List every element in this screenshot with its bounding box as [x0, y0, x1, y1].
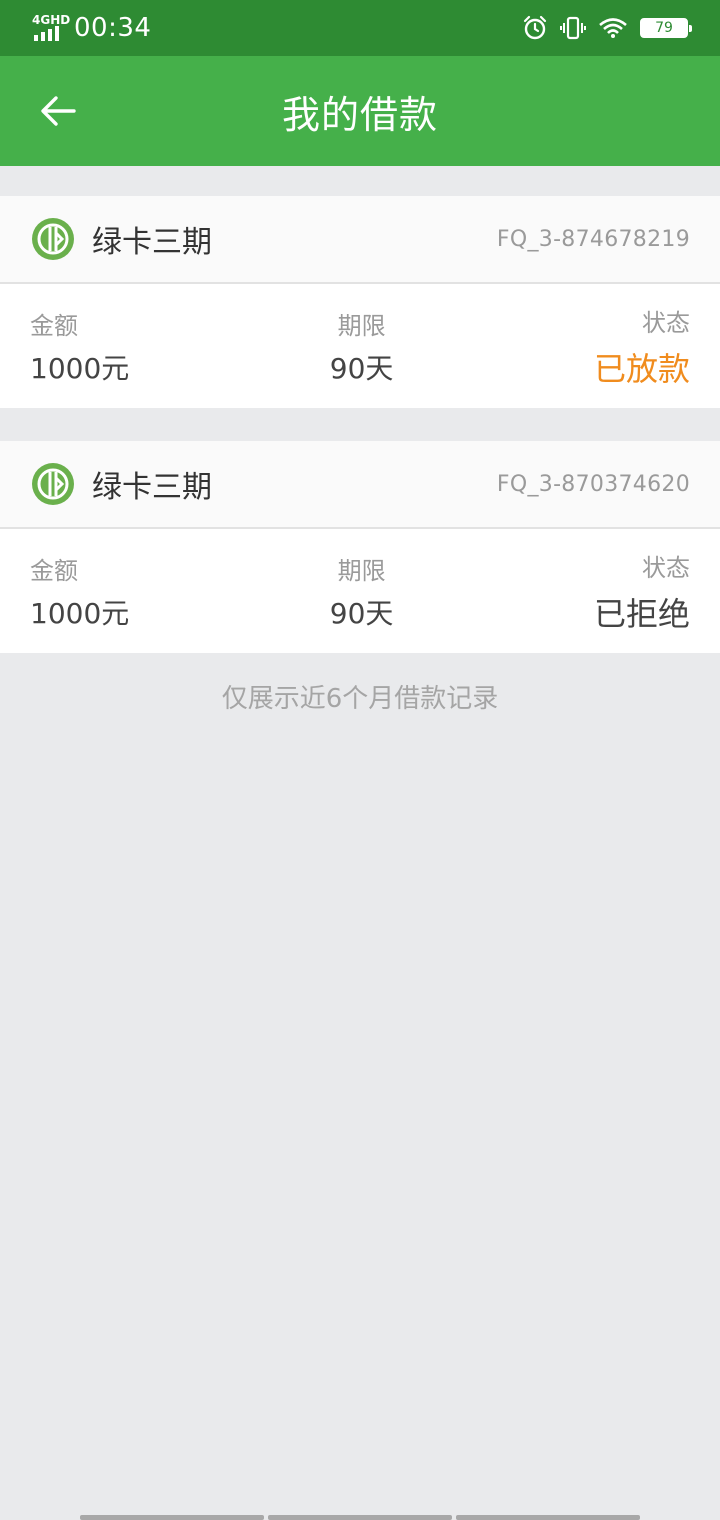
- status-column: 状态 已放款: [594, 303, 690, 390]
- battery-icon: 79: [640, 18, 692, 38]
- term-value: 90天: [329, 596, 394, 630]
- loan-card-body: 金额 1000元 期限 90天 状态 已放款: [0, 284, 720, 408]
- status-column: 状态 已拒绝: [594, 548, 690, 635]
- product-name: 绿卡三期: [92, 470, 212, 505]
- product-logo-icon: [32, 218, 74, 260]
- back-button[interactable]: [30, 83, 86, 139]
- term-column: 期限 90天: [330, 551, 394, 632]
- term-label: 期限: [337, 311, 386, 340]
- amount-value: 1000元: [30, 351, 130, 385]
- term-label: 期限: [337, 556, 386, 585]
- amount-label: 金额: [30, 311, 78, 340]
- amount-value: 1000元: [30, 596, 130, 630]
- signal-bars-icon: [34, 26, 59, 41]
- nav-bar: 我的借款: [0, 56, 720, 166]
- loan-card[interactable]: 绿卡三期 FQ_3-874678219 金额 1000元 期限 90天 状态 已…: [0, 196, 720, 408]
- home-indicator[interactable]: [80, 1515, 640, 1520]
- loan-product: 绿卡三期: [30, 216, 212, 262]
- network-type: 4GHD: [32, 13, 71, 27]
- arrow-left-icon: [41, 96, 76, 126]
- page-title: 我的借款: [281, 92, 438, 137]
- order-number: FQ_3-874678219: [496, 226, 690, 252]
- amount-column: 金额 1000元: [30, 551, 129, 632]
- loan-card-header: 绿卡三期 FQ_3-874678219: [0, 196, 720, 284]
- signal-indicator: 4GHD: [32, 13, 70, 43]
- status-right: 79: [522, 15, 692, 41]
- loan-card[interactable]: 绿卡三期 FQ_3-870374620 金额 1000元 期限 90天 状态 已…: [0, 441, 720, 653]
- status-label: 状态: [641, 553, 690, 582]
- clock: 00:34: [74, 13, 152, 43]
- loan-card-body: 金额 1000元 期限 90天 状态 已拒绝: [0, 529, 720, 653]
- term-column: 期限 90天: [330, 306, 394, 387]
- amount-label: 金额: [30, 556, 78, 585]
- loan-card-header: 绿卡三期 FQ_3-870374620: [0, 441, 720, 529]
- status-bar: 4GHD 00:34 79: [0, 0, 720, 56]
- amount-column: 金额 1000元: [30, 306, 129, 387]
- product-name: 绿卡三期: [92, 225, 212, 260]
- history-note: 仅展示近6个月借款记录: [221, 684, 499, 714]
- status-left: 4GHD 00:34: [32, 13, 151, 43]
- alarm-icon: [523, 15, 547, 40]
- battery-level: 79: [655, 20, 673, 36]
- loan-product: 绿卡三期: [30, 461, 212, 507]
- status-badge: 已拒绝: [593, 594, 690, 633]
- term-value: 90天: [329, 351, 394, 385]
- wifi-icon: [599, 18, 627, 38]
- status-badge: 已放款: [593, 349, 690, 388]
- order-number: FQ_3-870374620: [496, 471, 690, 497]
- vibrate-icon: [560, 16, 586, 40]
- product-logo-icon: [32, 463, 74, 505]
- status-label: 状态: [641, 308, 690, 337]
